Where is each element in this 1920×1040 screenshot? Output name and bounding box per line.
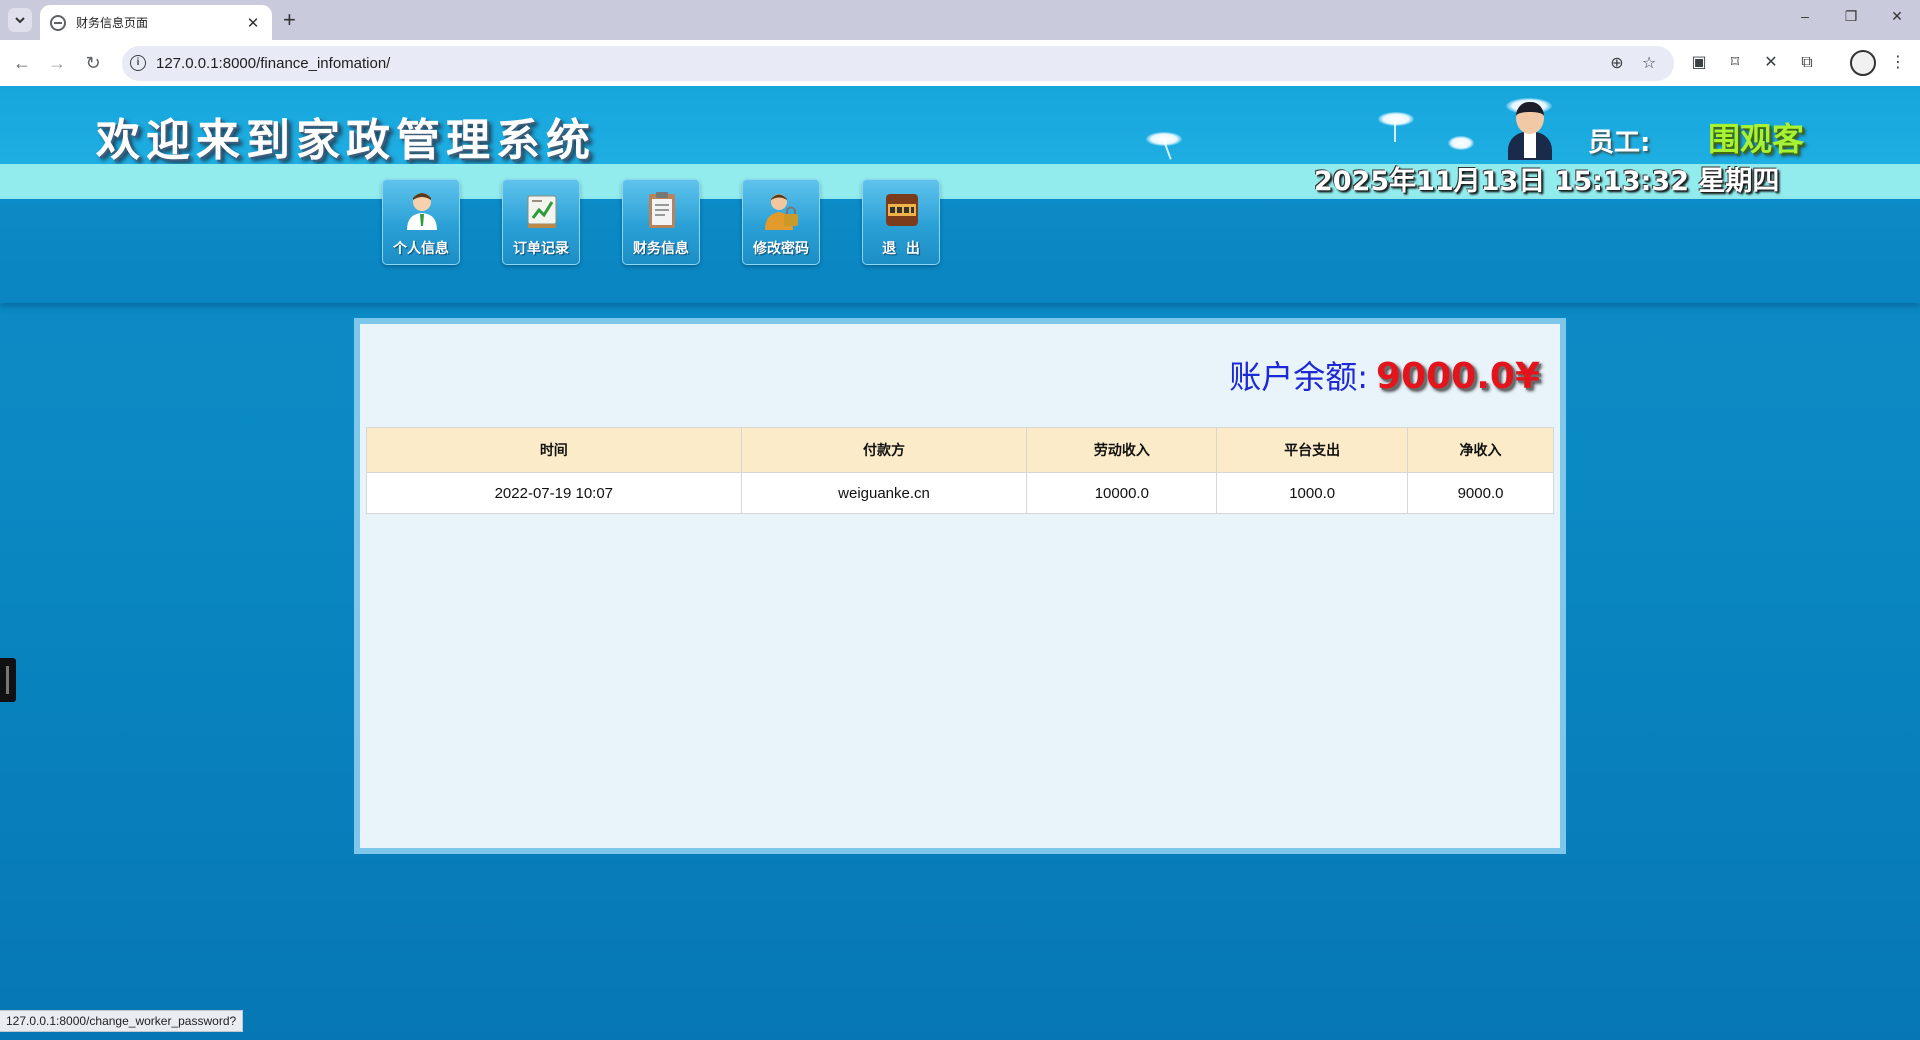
bookmark-icon[interactable]: ⌑ bbox=[1723, 51, 1747, 75]
status-bar-url: 127.0.0.1:8000/change_worker_password? bbox=[0, 1010, 244, 1032]
cell-net-income: 9000.0 bbox=[1407, 472, 1554, 514]
back-icon[interactable]: ← bbox=[10, 51, 34, 75]
url-text[interactable]: 127.0.0.1:8000/finance_infomation/ bbox=[156, 55, 390, 72]
finance-table: 时间 付款方 劳动收入 平台支出 净收入 2022-07-19 10:07 we… bbox=[366, 427, 1554, 514]
person-icon bbox=[407, 193, 437, 230]
extension-icon[interactable]: ▣ bbox=[1687, 51, 1711, 75]
puzzle-icon[interactable]: ⧉ bbox=[1795, 51, 1819, 75]
forward-icon[interactable]: → bbox=[45, 51, 69, 75]
star-icon[interactable]: ☆ bbox=[1638, 53, 1660, 73]
balance-label: 账户余额: bbox=[1229, 358, 1369, 396]
site-info-icon[interactable]: i bbox=[130, 55, 146, 71]
maximize-button[interactable]: ❐ bbox=[1836, 8, 1866, 25]
profile-icon[interactable] bbox=[1850, 50, 1876, 76]
menu-personal-info[interactable]: 个人信息 bbox=[382, 179, 460, 265]
table-header-row: 时间 付款方 劳动收入 平台支出 净收入 bbox=[366, 427, 1554, 473]
close-x-icon[interactable]: ✕ bbox=[1759, 51, 1783, 75]
account-balance: 账户余额: 9000.0¥ bbox=[1229, 352, 1540, 398]
column-header-payer: 付款方 bbox=[740, 427, 1028, 473]
reload-icon[interactable]: ↻ bbox=[81, 51, 105, 75]
lock-person-icon bbox=[765, 194, 798, 230]
side-handle[interactable] bbox=[0, 658, 16, 702]
balance-value: 9000.0¥ bbox=[1376, 356, 1540, 397]
cell-time: 2022-07-19 10:07 bbox=[366, 472, 742, 514]
column-header-net-income: 净收入 bbox=[1407, 427, 1554, 473]
menu-order-record[interactable]: 订单记录 bbox=[502, 179, 580, 265]
cell-payer: weiguanke.cn bbox=[740, 472, 1028, 514]
user-role-label: 员工: bbox=[1588, 128, 1651, 158]
user-name: 围观客 bbox=[1708, 120, 1805, 158]
column-header-time: 时间 bbox=[366, 427, 742, 473]
menu-label: 退 出 bbox=[882, 241, 920, 257]
tab-strip: 财务信息页面 ✕ + – ❐ ✕ bbox=[0, 0, 1920, 40]
tab-active[interactable]: 财务信息页面 ✕ bbox=[40, 5, 272, 40]
order-record-icon bbox=[527, 195, 557, 228]
new-tab-button[interactable]: + bbox=[283, 7, 296, 33]
browser-toolbar: ← → ↻ i 127.0.0.1:8000/finance_infomatio… bbox=[0, 40, 1920, 86]
globe-icon bbox=[50, 14, 66, 31]
nav-menu-bar bbox=[0, 199, 1920, 303]
dandelion-stem bbox=[1394, 120, 1396, 142]
cell-labor-income: 10000.0 bbox=[1026, 472, 1218, 514]
menu-label: 修改密码 bbox=[753, 241, 809, 257]
menu-label: 财务信息 bbox=[633, 241, 689, 257]
menu-label: 个人信息 bbox=[393, 241, 449, 257]
tab-search-button[interactable] bbox=[8, 8, 32, 32]
clipboard-icon bbox=[649, 192, 675, 228]
page-body: 欢迎来到家政管理系统 员工: 围观客 2025年11月13日 15:13:32 … bbox=[0, 86, 1920, 1040]
minimize-button[interactable]: – bbox=[1790, 8, 1820, 24]
avatar bbox=[1508, 102, 1552, 164]
finance-panel: 账户余额: 9000.0¥ 时间 付款方 劳动收入 平台支出 净收入 2022-… bbox=[354, 318, 1566, 854]
menu-change-password[interactable]: 修改密码 bbox=[742, 179, 820, 265]
column-header-labor-income: 劳动收入 bbox=[1026, 427, 1218, 473]
column-header-platform-expense: 平台支出 bbox=[1216, 427, 1409, 473]
current-datetime: 2025年11月13日 15:13:32 星期四 bbox=[1314, 166, 1780, 197]
dandelion-decoration bbox=[1448, 136, 1474, 150]
tab-close-icon[interactable]: ✕ bbox=[244, 14, 262, 32]
table-row: 2022-07-19 10:07 weiguanke.cn 10000.0 10… bbox=[366, 472, 1554, 514]
chevron-down-icon bbox=[15, 17, 25, 24]
exit-icon bbox=[886, 194, 918, 226]
site-header: 欢迎来到家政管理系统 员工: 围观客 bbox=[0, 86, 1920, 166]
tab-title: 财务信息页面 bbox=[76, 16, 149, 30]
more-icon[interactable]: ⋮ bbox=[1886, 51, 1910, 75]
site-title: 欢迎来到家政管理系统 bbox=[96, 115, 596, 166]
zoom-icon[interactable]: ⊕ bbox=[1606, 53, 1628, 73]
address-bar[interactable]: i 127.0.0.1:8000/finance_infomation/ ⊕ ☆ bbox=[122, 46, 1674, 81]
window-close-button[interactable]: ✕ bbox=[1882, 8, 1912, 25]
menu-finance-info[interactable]: 财务信息 bbox=[622, 179, 700, 265]
menu-label: 订单记录 bbox=[513, 241, 569, 257]
cell-platform-expense: 1000.0 bbox=[1216, 472, 1409, 514]
dandelion-decoration bbox=[1378, 112, 1414, 126]
menu-exit[interactable]: 退 出 bbox=[862, 179, 940, 265]
